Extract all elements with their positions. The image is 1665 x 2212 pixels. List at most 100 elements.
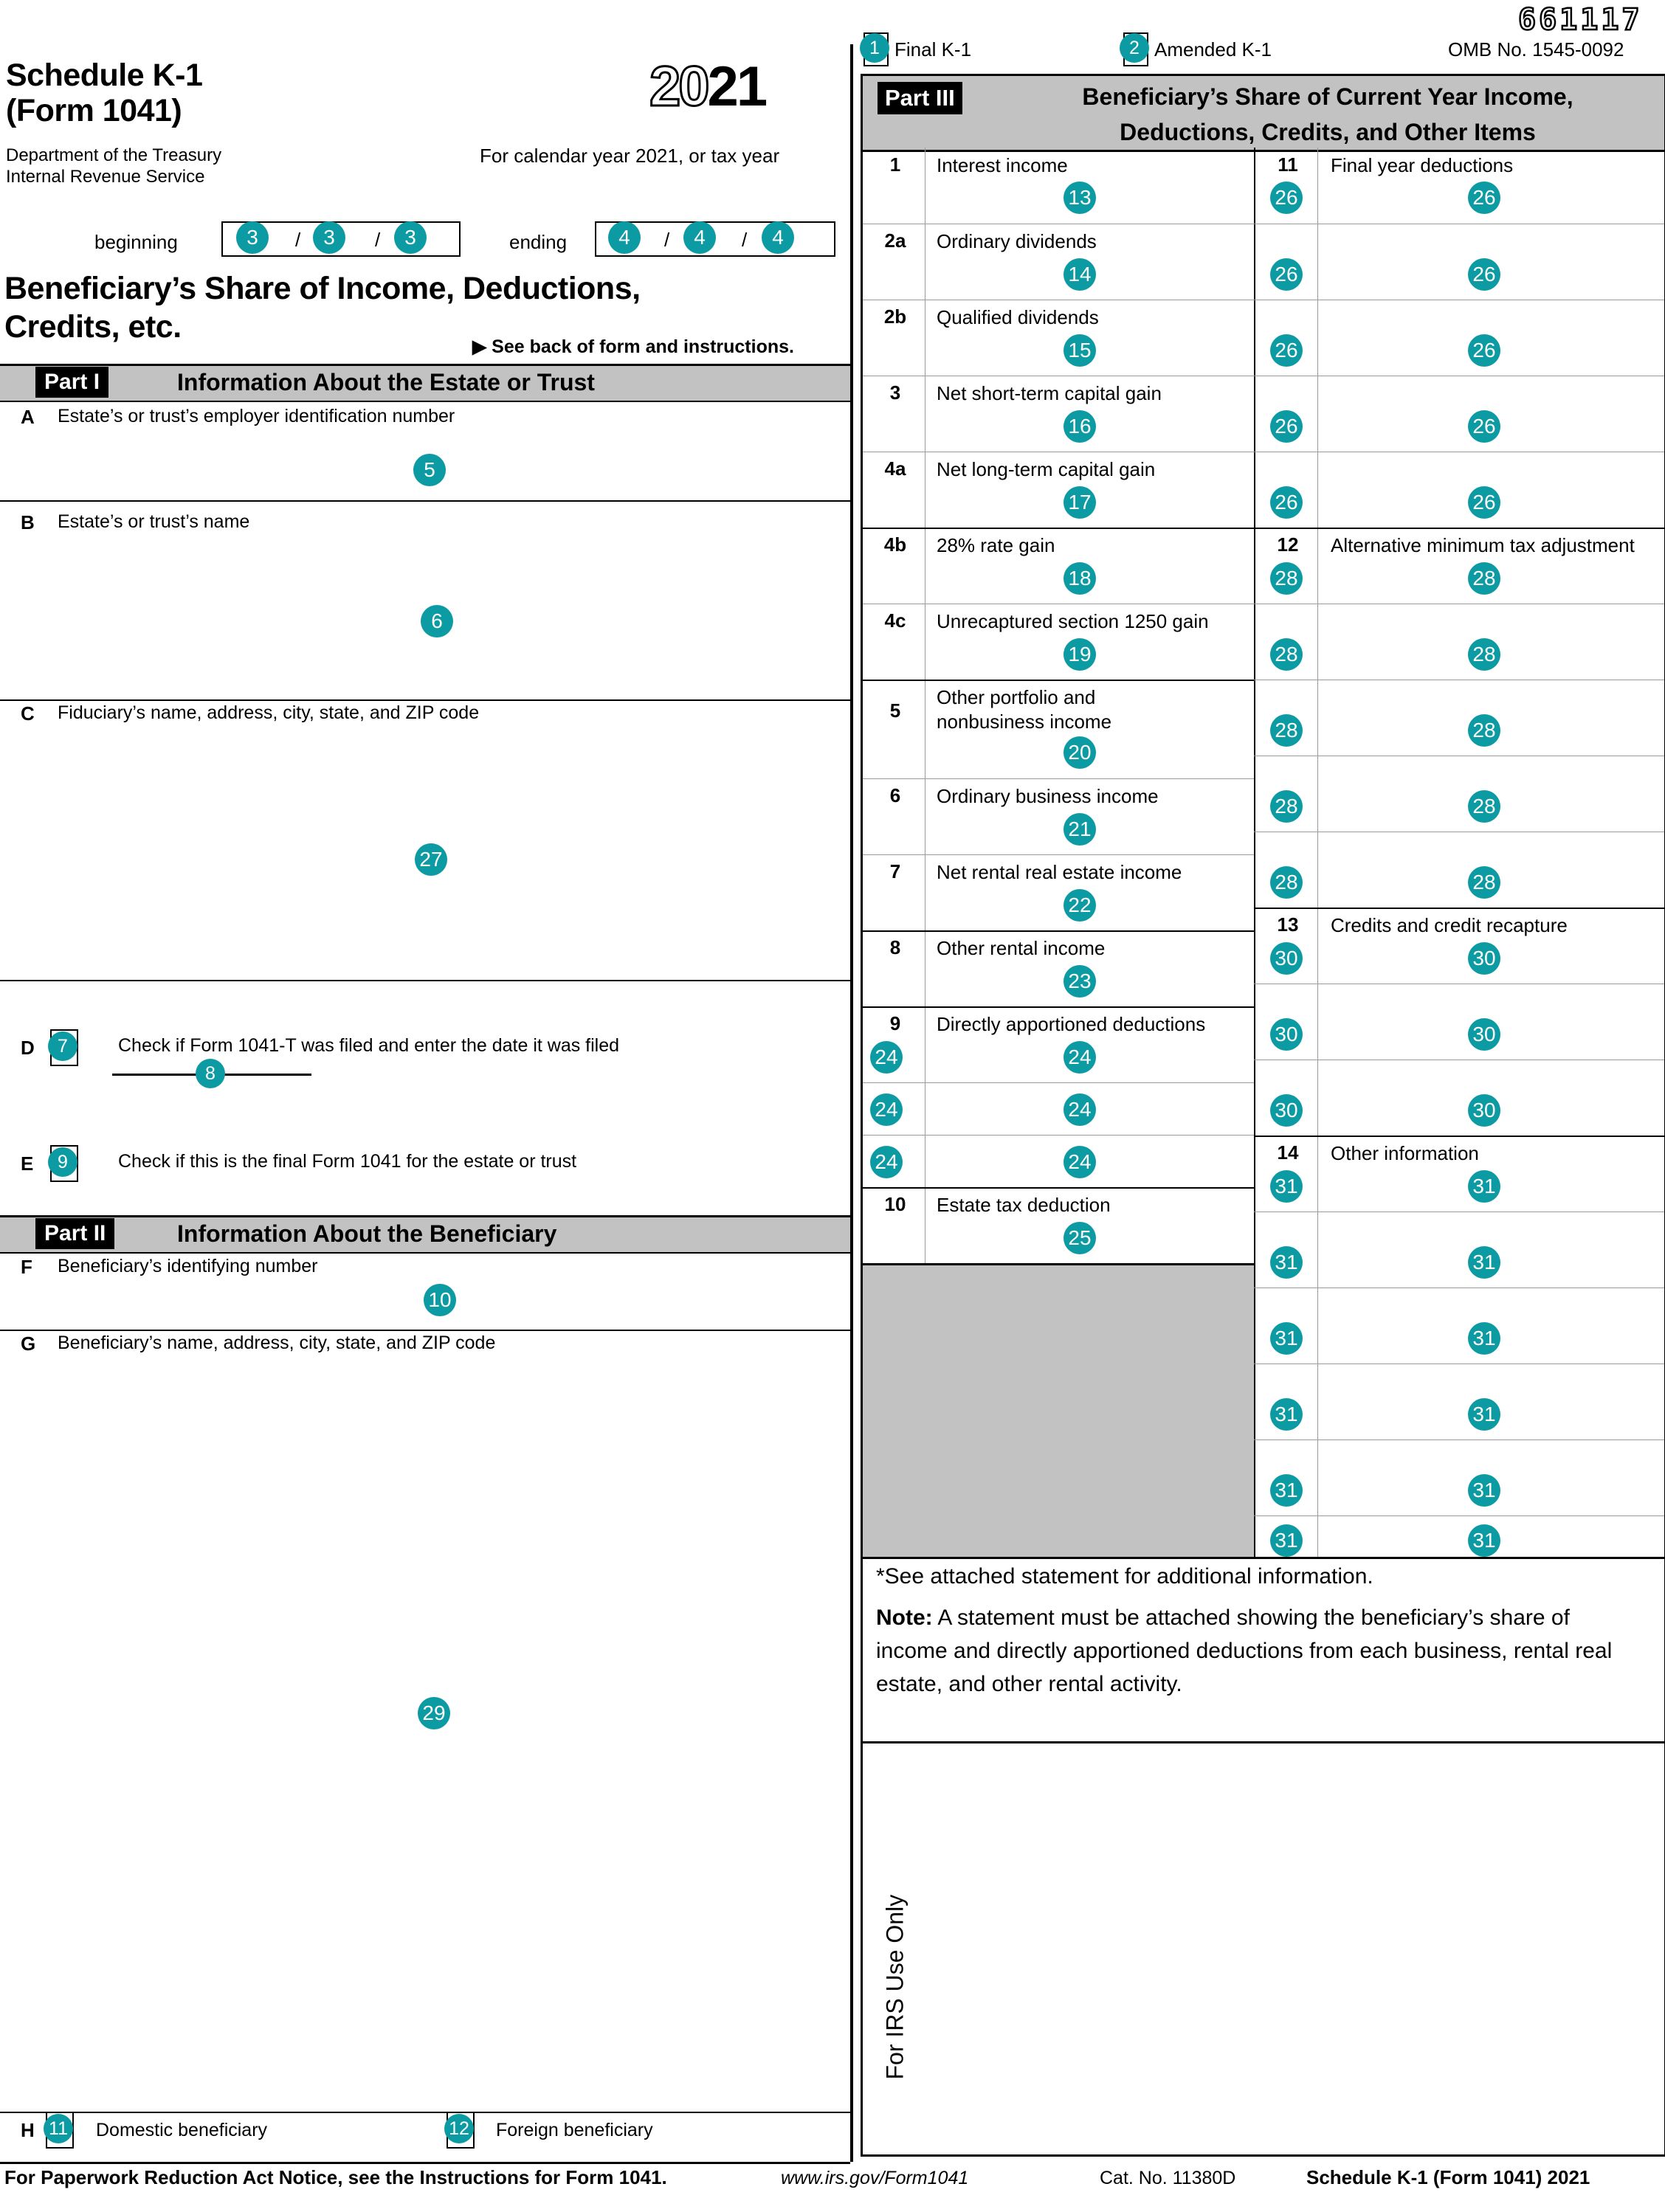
beginning-slash-1: /: [295, 229, 301, 251]
marker-28-b5: 28: [1468, 866, 1500, 899]
marker-8: 8: [196, 1059, 225, 1088]
field-label-d: Check if Form 1041-T was filed and enter…: [118, 1035, 620, 1056]
marker-31-a2: 31: [1270, 1246, 1303, 1279]
p3-num-4c: 4c: [884, 609, 906, 632]
omb-stamp: 661117: [1517, 2, 1643, 38]
p3-num-11: 11: [1278, 153, 1298, 176]
p3r-hline-13: [1254, 1136, 1664, 1137]
marker-28-b3: 28: [1468, 714, 1500, 747]
marker-24d: 24: [1064, 1093, 1096, 1126]
p3-num-12: 12: [1277, 533, 1299, 556]
part3-note-box: *See attached statement for additional i…: [861, 1557, 1665, 1743]
marker-23: 23: [1064, 965, 1096, 998]
paperwork-notice: For Paperwork Reduction Act Notice, see …: [4, 2166, 667, 2188]
ending-slash-2: /: [742, 229, 748, 251]
p3-num-2a: 2a: [884, 229, 906, 252]
irs-use-only-box: For IRS Use Only: [861, 1741, 1665, 2157]
part2-title: Information About the Beneficiary: [177, 1220, 557, 1247]
form-title: Schedule K-1 (Form 1041): [6, 58, 203, 128]
form-page: Schedule K-1 (Form 1041) Department of t…: [0, 0, 1665, 2212]
part3-tag: Part III: [878, 82, 962, 114]
marker-4b: 4: [683, 221, 716, 254]
p3-label-11: Final year deductions: [1331, 154, 1514, 176]
marker-28-a4: 28: [1270, 790, 1303, 823]
marker-3b: 3: [313, 221, 345, 254]
marker-15: 15: [1064, 334, 1096, 367]
p3-num-5: 5: [889, 699, 901, 722]
p3-label-7: Net rental real estate income: [937, 861, 1182, 883]
p3-label-1: Interest income: [937, 154, 1068, 176]
form-title-line1: Schedule K-1: [6, 58, 203, 93]
marker-21: 21: [1064, 813, 1096, 846]
p3-hline-6: [863, 854, 1254, 855]
marker-28-a1: 28: [1270, 562, 1303, 595]
field-label-f: Beneficiary’s identifying number: [58, 1256, 318, 1276]
note-text: A statement must be attached showing the…: [876, 1606, 1613, 1696]
omb-number-label: OMB No. 1545-0092: [1448, 38, 1624, 61]
ending-slash-1: /: [664, 229, 670, 251]
p3-num-7: 7: [889, 860, 901, 882]
p3r-hline-10: [1254, 908, 1664, 909]
marker-28-a5: 28: [1270, 866, 1303, 899]
p3-label-2b: Qualified dividends: [937, 306, 1099, 328]
field-label-g: Beneficiary’s name, address, city, state…: [58, 1333, 496, 1353]
marker-31-b1: 31: [1468, 1170, 1500, 1203]
beginning-label: beginning: [94, 231, 178, 253]
marker-10: 10: [424, 1284, 456, 1316]
part3-title: Beneficiary’s Share of Current Year Inco…: [996, 79, 1660, 150]
p3r-hline-18: [1254, 1515, 1664, 1516]
marker-26-b4: 26: [1468, 410, 1500, 443]
p3-num-10: 10: [884, 1193, 906, 1215]
marker-3a: 3: [236, 221, 269, 254]
p3-label-2a: Ordinary dividends: [937, 230, 1097, 252]
irs-url[interactable]: www.irs.gov/Form1041: [781, 2168, 968, 2189]
field-letter-b: B: [21, 511, 35, 533]
p3-num-4b: 4b: [883, 533, 907, 556]
marker-17: 17: [1064, 486, 1096, 519]
marker-6: 6: [421, 605, 453, 637]
department-block: Department of the Treasury Internal Reve…: [6, 145, 221, 187]
p3-label-4a: Net long-term capital gain: [937, 458, 1156, 480]
p3r-hline-17: [1254, 1439, 1664, 1440]
field-letter-g: G: [21, 1333, 36, 1355]
amended-k1-label: Amended K-1: [1154, 38, 1272, 61]
marker-1: 1: [860, 33, 889, 63]
note-label: Note:: [876, 1606, 933, 1630]
marker-30-a1: 30: [1270, 942, 1303, 975]
field-row-c[interactable]: [0, 699, 850, 981]
attached-statement-note: *See attached statement for additional i…: [876, 1564, 1373, 1589]
field-label-c: Fiduciary’s name, address, city, state, …: [58, 702, 480, 723]
part1-tag: Part I: [35, 367, 109, 398]
marker-24c: 24: [870, 1093, 903, 1126]
see-back-note: ▶ See back of form and instructions.: [472, 336, 794, 357]
marker-3c: 3: [394, 221, 427, 254]
left-column: Schedule K-1 (Form 1041) Department of t…: [0, 0, 850, 2212]
marker-20: 20: [1064, 736, 1096, 769]
marker-24e: 24: [870, 1146, 903, 1178]
domestic-beneficiary-label: Domestic beneficiary: [96, 2120, 268, 2140]
p3-num-1: 1: [889, 153, 901, 176]
right-column: 661117 1 Final K-1 2 Amended K-1 OMB No.…: [850, 0, 1665, 2212]
p3-label-10: Estate tax deduction: [937, 1194, 1111, 1216]
part3-bar: Part III Beneficiary’s Share of Current …: [861, 74, 1665, 152]
schedule-footer-label: Schedule K-1 (Form 1041) 2021: [1306, 2166, 1590, 2188]
p3-num-8: 8: [889, 936, 901, 958]
p3-hline-4a: [863, 528, 1254, 529]
p3-hline-5: [863, 778, 1254, 779]
marker-31-b3: 31: [1468, 1322, 1500, 1355]
marker-13: 13: [1064, 182, 1096, 214]
p3-label-4b: 28% rate gain: [937, 534, 1055, 556]
p3-num-14: 14: [1277, 1141, 1299, 1164]
marker-31-b2: 31: [1468, 1246, 1500, 1279]
marker-31-b5: 31: [1468, 1474, 1500, 1507]
p3-hline-4c: [863, 680, 1254, 681]
part3-title-line2: Deductions, Credits, and Other Items: [1120, 119, 1536, 145]
p3-num-13: 13: [1277, 913, 1299, 936]
p3-label-8: Other rental income: [937, 937, 1106, 959]
marker-11: 11: [44, 2114, 73, 2143]
field-letter-f: F: [21, 1256, 32, 1278]
marker-4c: 4: [762, 221, 794, 254]
marker-31-a3: 31: [1270, 1322, 1303, 1355]
field-letter-a: A: [21, 406, 35, 428]
marker-30-b2: 30: [1468, 1018, 1500, 1051]
